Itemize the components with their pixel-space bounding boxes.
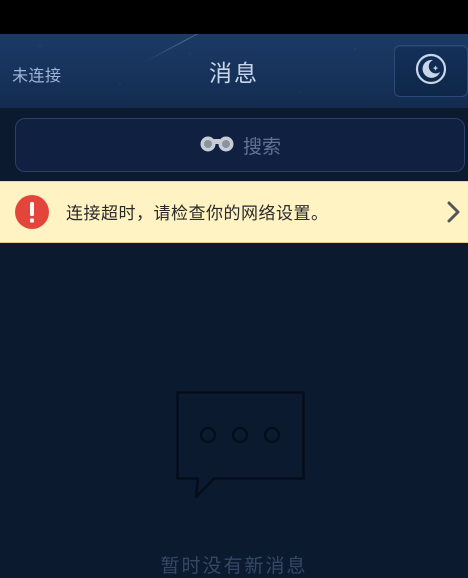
night-mode-button[interactable]	[394, 45, 468, 97]
search-label: 搜索	[242, 135, 281, 158]
search-area: 搜索	[0, 108, 468, 180]
chevron-right-icon	[446, 200, 462, 228]
search-bar[interactable]: 搜索	[15, 118, 465, 172]
binoculars-icon	[199, 133, 235, 157]
app-header: 未连接 消息	[0, 34, 468, 109]
moon-icon	[414, 52, 448, 90]
status-bar	[0, 0, 468, 34]
empty-state-message: 暂时没有新消息	[160, 555, 308, 577]
chat-bubble-icon	[176, 391, 306, 507]
exclamation-icon	[15, 195, 49, 229]
connection-alert-banner[interactable]: 连接超时，请检查你的网络设置。	[0, 181, 468, 243]
alert-message: 连接超时，请检查你的网络设置。	[66, 204, 329, 224]
